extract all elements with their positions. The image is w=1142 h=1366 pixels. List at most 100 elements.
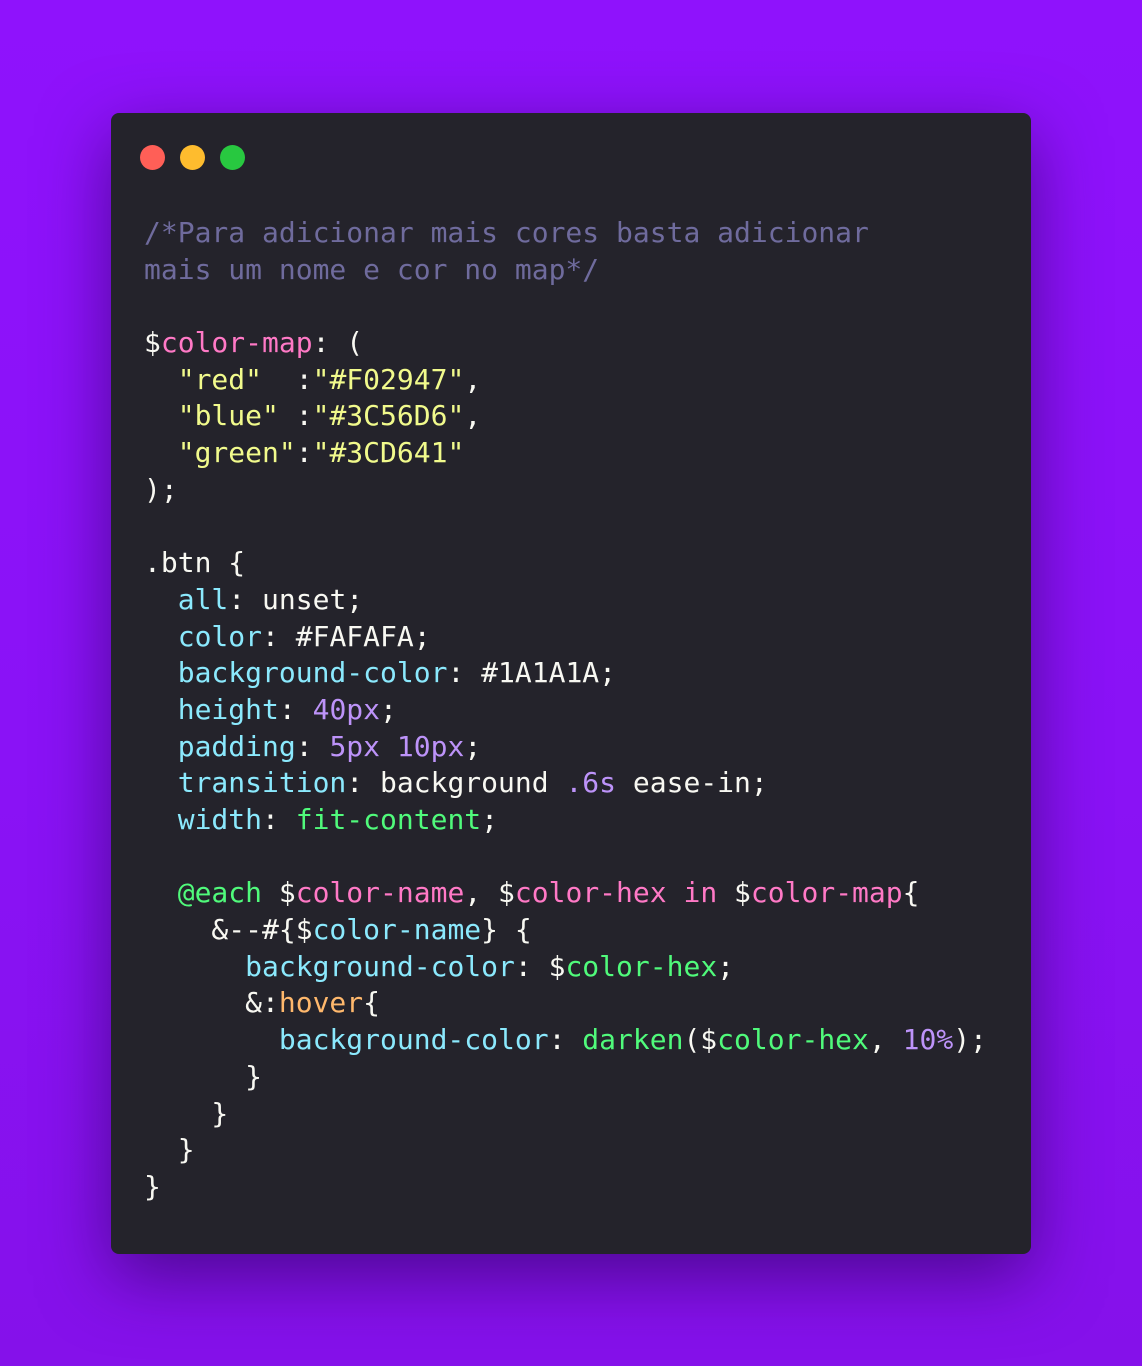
code-line: } xyxy=(144,1059,987,1096)
code-token-default: : xyxy=(548,1023,583,1057)
code-token-default: &--#{$ xyxy=(144,913,313,947)
code-token-function: fit-content xyxy=(295,803,482,836)
code-token-default: $ xyxy=(144,326,161,360)
code-token-pseudo: hover xyxy=(278,986,364,1020)
code-token-default: ); xyxy=(953,1023,987,1057)
code-line: } xyxy=(144,1132,987,1169)
code-token-variable: in xyxy=(683,876,718,910)
code-line: } xyxy=(144,1096,987,1133)
code-token-variable: color-map xyxy=(750,876,903,910)
code-token-default: } xyxy=(144,1059,263,1093)
code-token-number: .6s xyxy=(565,766,617,800)
code-token-default xyxy=(144,656,178,689)
code-line: transition: background .6s ease-in; xyxy=(144,765,987,802)
code-token-default xyxy=(380,730,397,763)
code-line: } xyxy=(144,1169,987,1206)
code-line: @each $color-name, $color-hex in $color-… xyxy=(144,875,987,912)
code-token-default: &: xyxy=(144,986,279,1020)
code-token-default xyxy=(667,876,684,909)
code-token-property: all xyxy=(177,582,229,616)
code-line: "blue" :"#3C56D6", xyxy=(144,398,987,435)
code-token-default: , xyxy=(464,362,482,396)
code-token-at-rule: @each xyxy=(177,876,263,910)
code-token-number: 10% xyxy=(902,1023,954,1057)
zoom-button[interactable] xyxy=(220,145,245,170)
code-token-default: ); xyxy=(144,472,178,506)
code-token-default xyxy=(144,583,178,616)
code-line: background-color: $color-hex; xyxy=(144,949,987,986)
code-token-string: "blue" xyxy=(177,399,279,433)
code-token-default xyxy=(144,399,178,432)
code-token-default: } xyxy=(144,1096,229,1130)
code-line: background-color: darken($color-hex, 10%… xyxy=(144,1022,987,1059)
code-line: "green":"#3CD641" xyxy=(144,435,987,472)
code-token-default: : ( xyxy=(312,326,364,360)
code-line: width: fit-content; xyxy=(144,802,987,839)
code-token-default xyxy=(144,436,178,469)
code-line: .btn { xyxy=(144,545,987,582)
code-token-function: color-hex xyxy=(565,949,718,983)
code-token-variable: color-name xyxy=(295,876,465,910)
code-token-string: "#3C56D6" xyxy=(312,399,465,433)
code-line: "red" :"#F02947", xyxy=(144,362,987,399)
code-token-variable: color-map xyxy=(160,326,313,360)
code-window: /*Para adicionar mais cores basta adicio… xyxy=(111,113,1031,1254)
code-token-default xyxy=(144,693,178,726)
code-line: ); xyxy=(144,472,987,509)
code-token-default: } { xyxy=(481,913,532,947)
code-token-number: 10px xyxy=(396,729,465,763)
code-token-string: "#3CD641" xyxy=(312,436,465,470)
code-token-default xyxy=(144,730,178,763)
code-token-default: : xyxy=(278,692,313,726)
code-token-property: padding xyxy=(177,729,296,763)
code-token-default: : xyxy=(295,436,313,470)
code-token-string: "red" xyxy=(177,362,263,396)
code-line: background-color: #1A1A1A; xyxy=(144,655,987,692)
code-token-default xyxy=(144,1023,279,1056)
code-line: height: 40px; xyxy=(144,692,987,729)
code-token-default xyxy=(144,876,178,909)
code-token-default: : xyxy=(262,803,296,836)
code-token-property: width xyxy=(177,803,263,836)
code-token-default: : xyxy=(278,399,313,433)
code-token-function: darken xyxy=(582,1023,684,1057)
code-token-default: ; xyxy=(481,803,499,836)
code-token-default: : #FAFAFA; xyxy=(262,619,431,653)
code-token-default: } xyxy=(144,1169,161,1203)
code-token-default xyxy=(144,950,245,983)
code-token-number: 40px xyxy=(312,692,381,726)
code-token-default xyxy=(144,766,178,799)
code-line: &:hover{ xyxy=(144,985,987,1022)
code-token-function: color-hex xyxy=(717,1023,869,1057)
code-token-default: ; xyxy=(717,949,735,983)
minimize-button[interactable] xyxy=(180,145,205,170)
code-token-string: "#F02947" xyxy=(312,362,465,396)
code-token-default: ; xyxy=(464,729,482,763)
code-token-number: 5px xyxy=(329,729,381,763)
code-token-default: $ xyxy=(717,876,751,910)
code-token-default: } xyxy=(144,1133,195,1167)
code-token-string: "green" xyxy=(177,436,296,470)
code-token-default xyxy=(144,363,178,396)
code-line: mais um nome e cor no map*/ xyxy=(144,252,987,289)
code-token-default: ($ xyxy=(683,1023,718,1057)
code-token-default: : unset; xyxy=(228,582,364,616)
code-line: color: #FAFAFA; xyxy=(144,619,987,656)
code-token-property: background-color xyxy=(278,1023,549,1057)
code-token-property: background-color xyxy=(177,656,448,690)
code-token-default: { xyxy=(363,986,381,1020)
close-button[interactable] xyxy=(140,145,165,170)
code-token-default: , xyxy=(868,1023,903,1057)
code-token-property: color-name xyxy=(312,913,482,947)
window-controls xyxy=(140,145,245,170)
code-token-default: : $ xyxy=(514,949,566,983)
code-token-default: : xyxy=(262,362,313,396)
code-line: $color-map: ( xyxy=(144,325,987,362)
code-token-default: ; xyxy=(380,692,397,726)
code-token-property: transition xyxy=(177,766,347,800)
code-token-property: background-color xyxy=(245,949,515,983)
code-line: all: unset; xyxy=(144,582,987,619)
code-token-default: : xyxy=(295,729,330,763)
